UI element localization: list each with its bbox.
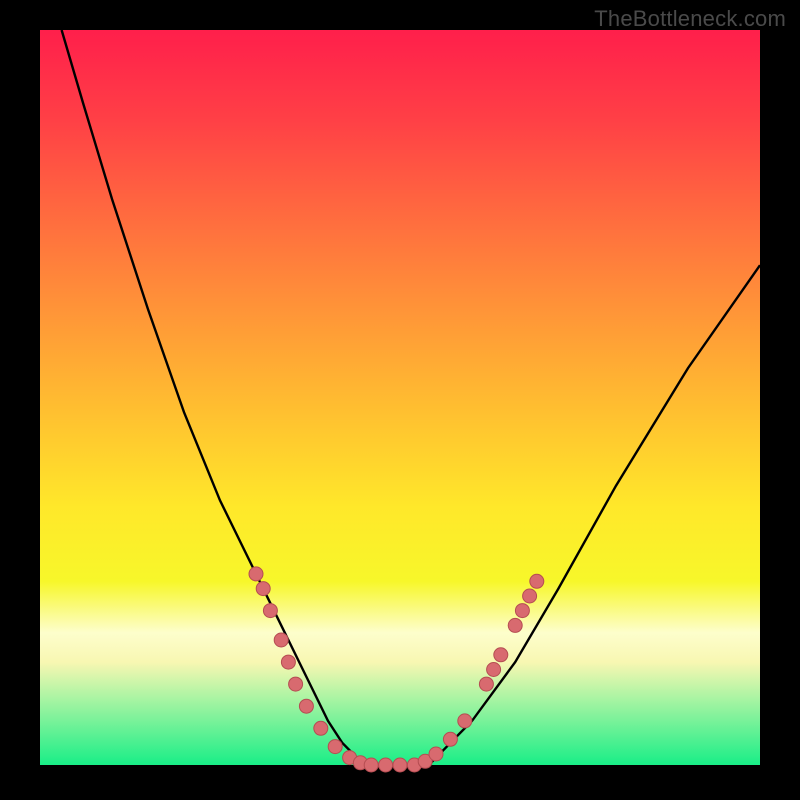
data-dot	[523, 589, 537, 603]
data-dot	[364, 758, 378, 772]
data-dot	[289, 677, 303, 691]
data-dot	[379, 758, 393, 772]
data-dot	[458, 714, 472, 728]
data-dot	[274, 633, 288, 647]
data-dot	[263, 604, 277, 618]
data-dot	[508, 618, 522, 632]
data-dot	[479, 677, 493, 691]
bottleneck-curve	[62, 30, 760, 765]
data-dot	[429, 747, 443, 761]
data-dot	[281, 655, 295, 669]
data-dot	[494, 648, 508, 662]
data-dot	[328, 740, 342, 754]
data-dot	[443, 732, 457, 746]
data-dot	[530, 574, 544, 588]
data-dot	[249, 567, 263, 581]
data-dot	[487, 663, 501, 677]
data-dot	[393, 758, 407, 772]
plot-area	[40, 30, 760, 765]
data-dot	[256, 582, 270, 596]
chart-svg	[40, 30, 760, 765]
chart-frame: TheBottleneck.com	[0, 0, 800, 800]
watermark-text: TheBottleneck.com	[594, 6, 786, 32]
data-dot	[299, 699, 313, 713]
data-dot	[515, 604, 529, 618]
data-dot	[314, 721, 328, 735]
data-dots	[249, 567, 544, 772]
